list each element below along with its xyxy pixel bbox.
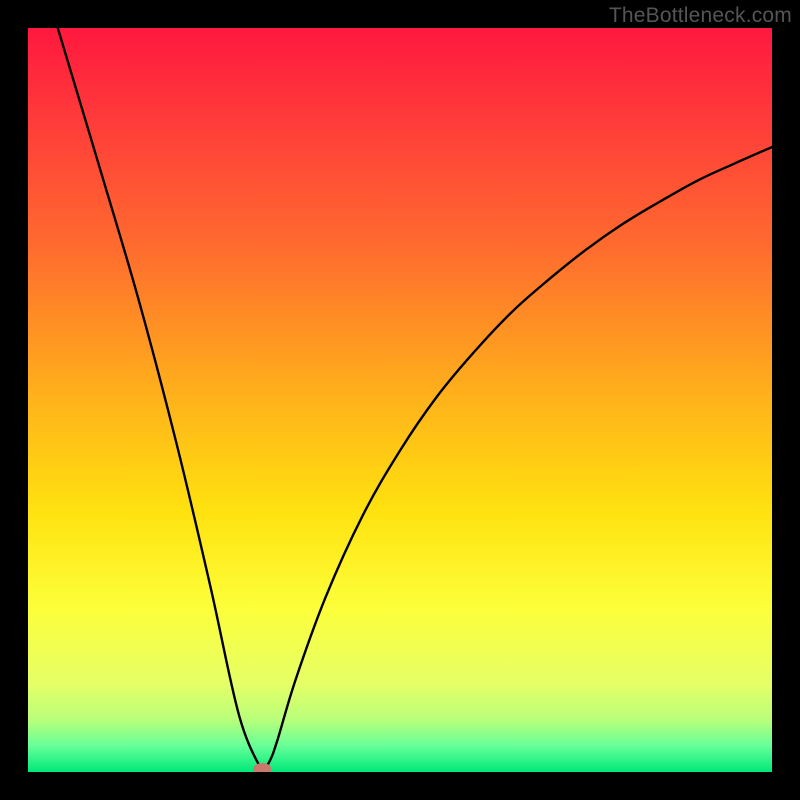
bottleneck-chart: [28, 28, 772, 772]
chart-frame: TheBottleneck.com: [0, 0, 800, 800]
gradient-background: [28, 28, 772, 772]
plot-area: [28, 28, 772, 772]
watermark-text: TheBottleneck.com: [609, 4, 792, 28]
